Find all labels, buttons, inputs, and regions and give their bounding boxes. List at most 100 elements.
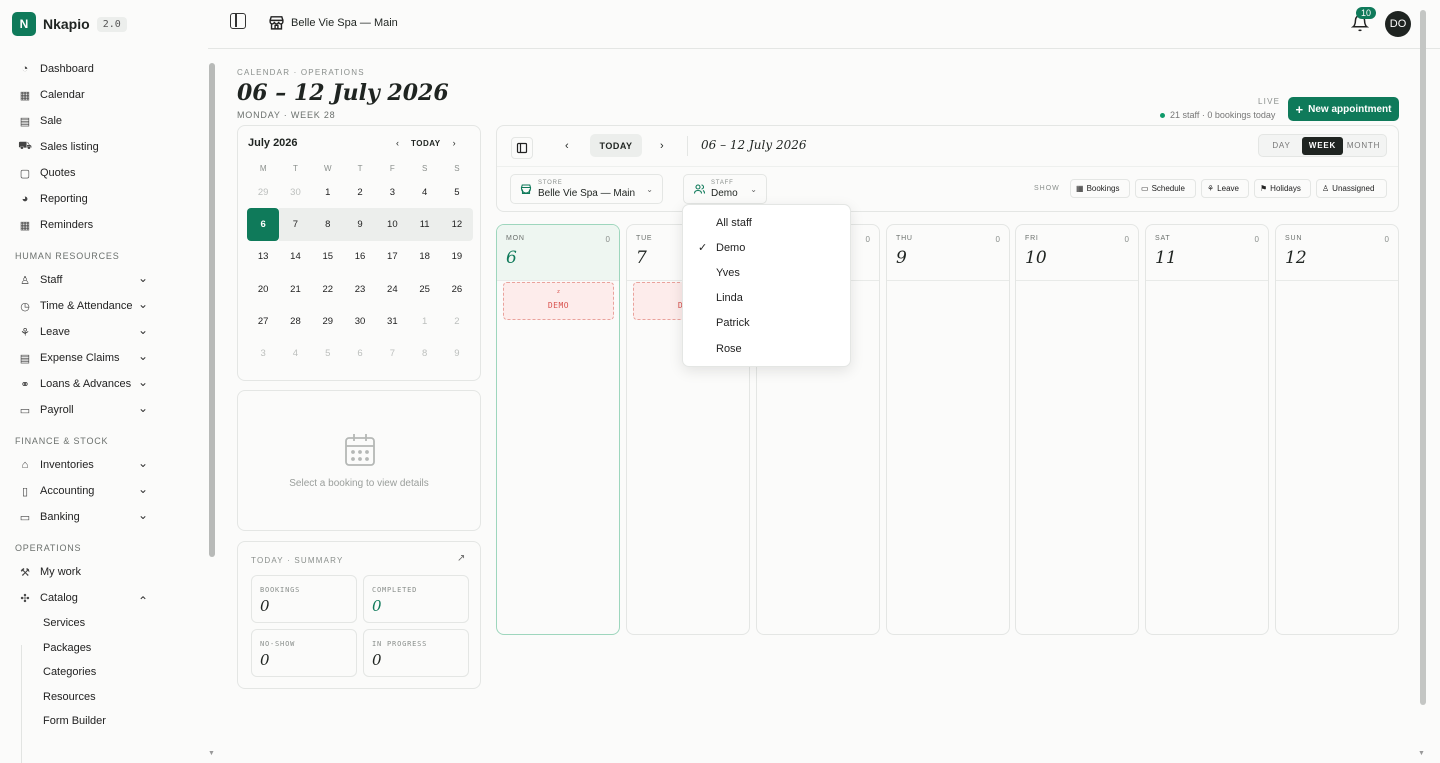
staff-option-yves[interactable]: Yves: [683, 260, 850, 285]
week-prev-icon[interactable]: ‹: [565, 140, 569, 152]
today-button[interactable]: TODAY: [590, 134, 642, 157]
mini-calendar-day[interactable]: 12: [440, 208, 474, 241]
mini-calendar-day[interactable]: 29: [312, 305, 344, 337]
mini-calendar-day[interactable]: 13: [247, 241, 279, 273]
day-column-mon[interactable]: MON 0 6 ᶻ DEMO: [496, 224, 620, 635]
filter-unassigned-toggle[interactable]: ♙ Unassigned: [1316, 179, 1387, 198]
mini-calendar-day[interactable]: 3: [376, 176, 408, 208]
mini-calendar-day[interactable]: 4: [279, 337, 311, 369]
booking-block[interactable]: ᶻ DEMO: [503, 282, 614, 320]
staff-option-rose[interactable]: Rose: [683, 336, 850, 361]
staff-option-patrick[interactable]: Patrick: [683, 311, 850, 336]
sidebar-subitem-resources[interactable]: Resources: [0, 685, 152, 710]
week-next-icon[interactable]: ›: [660, 140, 664, 152]
filter-bookings-toggle[interactable]: ▦ Bookings: [1070, 179, 1130, 198]
mini-calendar-day[interactable]: 15: [312, 241, 344, 273]
sidebar-item-reporting[interactable]: ◕ Reporting: [12, 186, 152, 212]
panel-toggle-button[interactable]: [511, 137, 533, 159]
sidebar-item-time-attendance[interactable]: ◷ Time & Attendance ⌄: [12, 293, 152, 319]
filter-holidays-toggle[interactable]: ⚑ Holidays: [1254, 179, 1311, 198]
day-column-thu[interactable]: THU 0 9: [886, 224, 1010, 635]
avatar[interactable]: DO: [1385, 11, 1411, 37]
page-scroll-down-icon[interactable]: ▼: [1418, 750, 1425, 757]
mini-calendar-day[interactable]: 11: [408, 208, 441, 241]
mini-calendar-day[interactable]: 16: [344, 241, 376, 273]
mini-calendar-day[interactable]: 5: [312, 337, 344, 369]
mini-calendar-day[interactable]: 29: [247, 176, 279, 208]
sidebar-subitem-packages[interactable]: Packages: [0, 636, 152, 661]
mini-calendar-day[interactable]: 6: [344, 337, 376, 369]
mini-calendar-day[interactable]: 30: [279, 176, 311, 208]
sidebar-item-catalog[interactable]: ✣ Catalog ⌃: [12, 585, 152, 611]
staff-select[interactable]: STAFF Demo ⌄: [683, 174, 767, 204]
view-month-button[interactable]: MONTH: [1343, 137, 1384, 155]
sidebar-item-quotes[interactable]: ▢ Quotes: [12, 160, 152, 186]
day-column-fri[interactable]: FRI 0 10: [1015, 224, 1139, 635]
staff-option-all-staff[interactable]: All staff: [683, 210, 850, 235]
sidebar-item-expense-claims[interactable]: ▤ Expense Claims ⌄: [12, 345, 152, 371]
sidebar-item-accounting[interactable]: ▯ Accounting ⌄: [12, 478, 152, 504]
day-column-sun[interactable]: SUN 0 12: [1275, 224, 1399, 635]
mini-calendar-day[interactable]: 10: [376, 208, 409, 241]
filter-schedule-toggle[interactable]: ▭ Schedule: [1135, 179, 1196, 198]
mini-calendar-day[interactable]: 7: [279, 208, 312, 241]
mini-calendar-day[interactable]: 30: [344, 305, 376, 337]
sidebar-item-reminders[interactable]: ▦ Reminders: [12, 212, 152, 238]
sidebar-item-staff[interactable]: ♙ Staff ⌄: [12, 267, 152, 293]
sidebar-scrollbar[interactable]: [209, 63, 215, 557]
filter-leave-toggle[interactable]: ⚘ Leave: [1201, 179, 1249, 198]
view-week-button[interactable]: WEEK: [1302, 136, 1343, 155]
mini-calendar-day[interactable]: 23: [344, 273, 376, 305]
sidebar-toggle-icon[interactable]: [230, 13, 246, 29]
mini-calendar-day[interactable]: 14: [279, 241, 311, 273]
mini-calendar-day[interactable]: 4: [408, 176, 440, 208]
mini-calendar-day[interactable]: 8: [311, 208, 344, 241]
mini-calendar-day[interactable]: 6: [247, 208, 280, 241]
sidebar-item-sale[interactable]: ▤ Sale: [12, 108, 152, 134]
store-select[interactable]: STORE Belle Vie Spa — Main ⌄: [510, 174, 663, 204]
mini-calendar-day[interactable]: 17: [376, 241, 408, 273]
mini-calendar-day[interactable]: 9: [343, 208, 377, 241]
mini-calendar-day[interactable]: 18: [408, 241, 440, 273]
mini-calendar-day[interactable]: 19: [441, 241, 473, 273]
sidebar-scroll-down-icon[interactable]: ▼: [208, 750, 215, 757]
page-scrollbar[interactable]: [1420, 10, 1426, 705]
sidebar-item-payroll[interactable]: ▭ Payroll ⌄: [12, 397, 152, 423]
sidebar-item-calendar[interactable]: ▦ Calendar: [12, 82, 152, 108]
mini-calendar-day[interactable]: 2: [441, 305, 473, 337]
brand[interactable]: N Nkapio 2.0: [12, 12, 127, 36]
staff-option-linda[interactable]: Linda: [683, 286, 850, 311]
mini-calendar-day[interactable]: 5: [441, 176, 473, 208]
mini-today-button[interactable]: TODAY: [411, 139, 441, 148]
day-column-sat[interactable]: SAT 0 11: [1145, 224, 1269, 635]
sidebar-subitem-services[interactable]: Services: [0, 611, 152, 636]
mini-calendar-day[interactable]: 27: [247, 305, 279, 337]
mini-calendar-day[interactable]: 28: [279, 305, 311, 337]
sidebar-item-dashboard[interactable]: ◔ Dashboard: [12, 56, 152, 82]
sidebar-item-my-work[interactable]: ⚒ My work: [12, 559, 152, 585]
mini-calendar-day[interactable]: 7: [376, 337, 408, 369]
staff-option-demo[interactable]: ✓ Demo: [683, 235, 850, 260]
mini-calendar-day[interactable]: 24: [376, 273, 408, 305]
mini-calendar-day[interactable]: 22: [312, 273, 344, 305]
mini-calendar-day[interactable]: 26: [441, 273, 473, 305]
mini-calendar-day[interactable]: 21: [279, 273, 311, 305]
new-appointment-button[interactable]: + New appointment: [1288, 97, 1399, 121]
mini-calendar-day[interactable]: 3: [247, 337, 279, 369]
mini-calendar-day[interactable]: 31: [376, 305, 408, 337]
sidebar-item-inventories[interactable]: ⌂ Inventories ⌄: [12, 452, 152, 478]
mini-next-icon[interactable]: ›: [453, 138, 456, 148]
mini-calendar-day[interactable]: 1: [408, 305, 440, 337]
sidebar-item-banking[interactable]: ▭ Banking ⌄: [12, 504, 152, 530]
store-switcher[interactable]: Belle Vie Spa — Main: [268, 14, 398, 31]
mini-calendar-day[interactable]: 2: [344, 176, 376, 208]
mini-calendar-day[interactable]: 9: [441, 337, 473, 369]
view-day-button[interactable]: DAY: [1261, 137, 1302, 155]
sidebar-item-sales-listing[interactable]: ⛟ Sales listing: [12, 134, 152, 160]
sidebar-item-leave[interactable]: ⚘ Leave ⌄: [12, 319, 152, 345]
mini-calendar-day[interactable]: 20: [247, 273, 279, 305]
sidebar-subitem-categories[interactable]: Categories: [0, 660, 152, 685]
sidebar-item-loans-advances[interactable]: ⚭ Loans & Advances ⌄: [12, 371, 152, 397]
mini-calendar-day[interactable]: 25: [408, 273, 440, 305]
mini-calendar-day[interactable]: 8: [408, 337, 440, 369]
